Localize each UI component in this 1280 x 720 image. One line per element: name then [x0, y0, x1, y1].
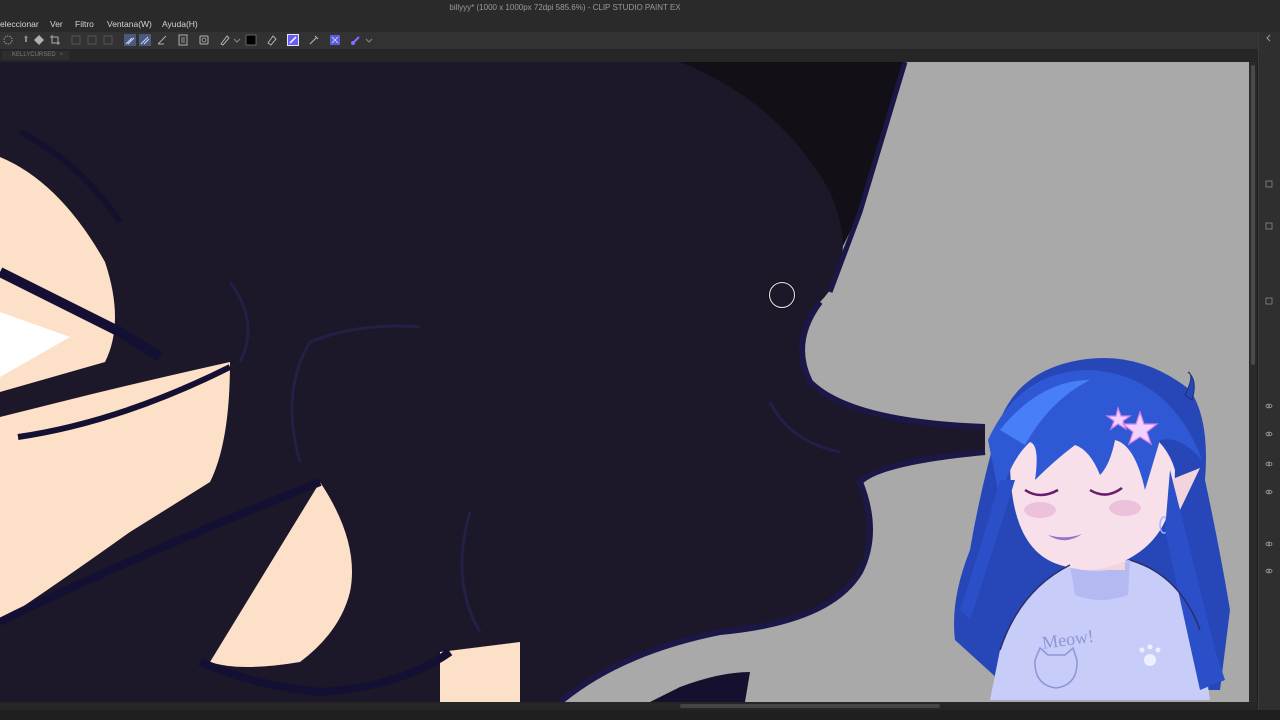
menu-view[interactable]: Ver — [50, 19, 63, 29]
select-all-icon[interactable] — [2, 34, 14, 46]
menu-help[interactable]: Ayuda(H) — [162, 19, 198, 29]
canvas-tab-label: KELLYCURSED — [12, 52, 56, 58]
clear-icon[interactable] — [102, 34, 114, 46]
menu-select[interactable]: eleccionar — [0, 19, 39, 29]
vtuber-avatar: Meow! — [954, 358, 1230, 700]
close-icon[interactable]: × — [60, 52, 64, 58]
layer-settings-icon[interactable] — [198, 34, 210, 46]
horizontal-scrollbar[interactable] — [0, 702, 1258, 710]
right-dock — [1258, 32, 1280, 720]
horizontal-scrollbar-thumb[interactable] — [680, 704, 940, 708]
color-swatch-icon[interactable] — [245, 34, 257, 46]
chevron-down-icon[interactable] — [363, 34, 375, 46]
dropper-icon[interactable] — [308, 34, 320, 46]
layer-property-icon[interactable] — [329, 34, 341, 46]
panel-icon[interactable] — [1265, 180, 1273, 188]
command-bar — [0, 32, 1258, 49]
eye-icon[interactable] — [1265, 567, 1273, 575]
invert-icon[interactable] — [86, 34, 98, 46]
layer-icon[interactable] — [177, 34, 189, 46]
panel-icon[interactable] — [1265, 297, 1273, 305]
ruler-icon[interactable] — [156, 34, 168, 46]
move-icon[interactable] — [20, 34, 32, 46]
title-bar: billyyy* (1000 x 1000px 72dpi 585.6%) - … — [0, 0, 1280, 17]
eye-icon[interactable] — [1265, 430, 1273, 438]
pen-vector-2-icon[interactable] — [139, 34, 151, 46]
vertical-scrollbar-thumb[interactable] — [1251, 65, 1255, 365]
window-title: billyyy* (1000 x 1000px 72dpi 585.6%) - … — [449, 3, 681, 12]
canvas-tab-bar: KELLYCURSED × — [0, 49, 1258, 62]
menu-window[interactable]: Ventana(W) — [107, 19, 152, 29]
brush-cursor — [769, 282, 795, 308]
menu-bar: eleccionar Ver Filtro Ventana(W) Ayuda(H… — [0, 17, 1280, 32]
pen-pressure-icon[interactable] — [350, 34, 362, 46]
eraser-icon[interactable] — [266, 34, 278, 46]
eye-icon[interactable] — [1265, 488, 1273, 496]
crop-icon[interactable] — [49, 34, 61, 46]
pen-vector-icon[interactable] — [124, 34, 136, 46]
eye-icon[interactable] — [1265, 460, 1273, 468]
canvas-tab[interactable]: KELLYCURSED × — [2, 51, 70, 60]
chevron-down-icon[interactable] — [231, 34, 243, 46]
eye-icon[interactable] — [1265, 402, 1273, 410]
status-bar — [0, 710, 1280, 720]
chevron-left-icon[interactable] — [1265, 34, 1273, 42]
menu-filter[interactable]: Filtro — [75, 19, 94, 29]
eye-icon[interactable] — [1265, 540, 1273, 548]
fill-icon[interactable] — [287, 34, 299, 46]
panel-icon[interactable] — [1265, 222, 1273, 230]
pen-icon[interactable] — [219, 34, 231, 46]
deselect-icon[interactable] — [70, 34, 82, 46]
transform-icon[interactable] — [33, 34, 45, 46]
